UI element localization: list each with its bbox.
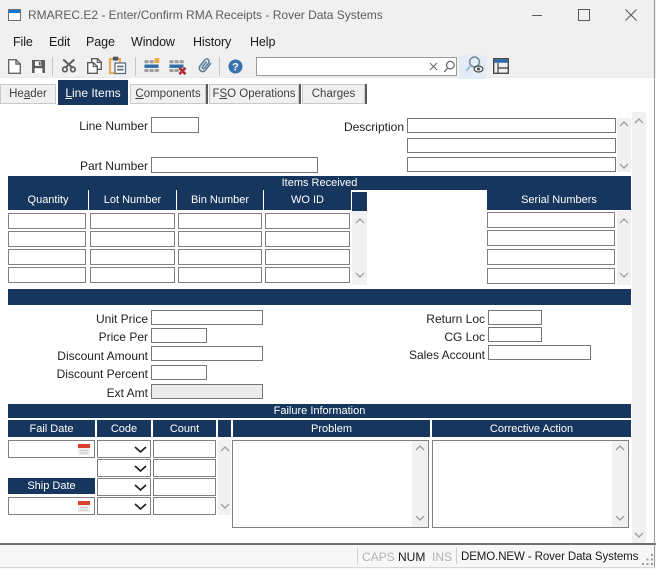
svg-text:?: ? — [232, 61, 239, 73]
